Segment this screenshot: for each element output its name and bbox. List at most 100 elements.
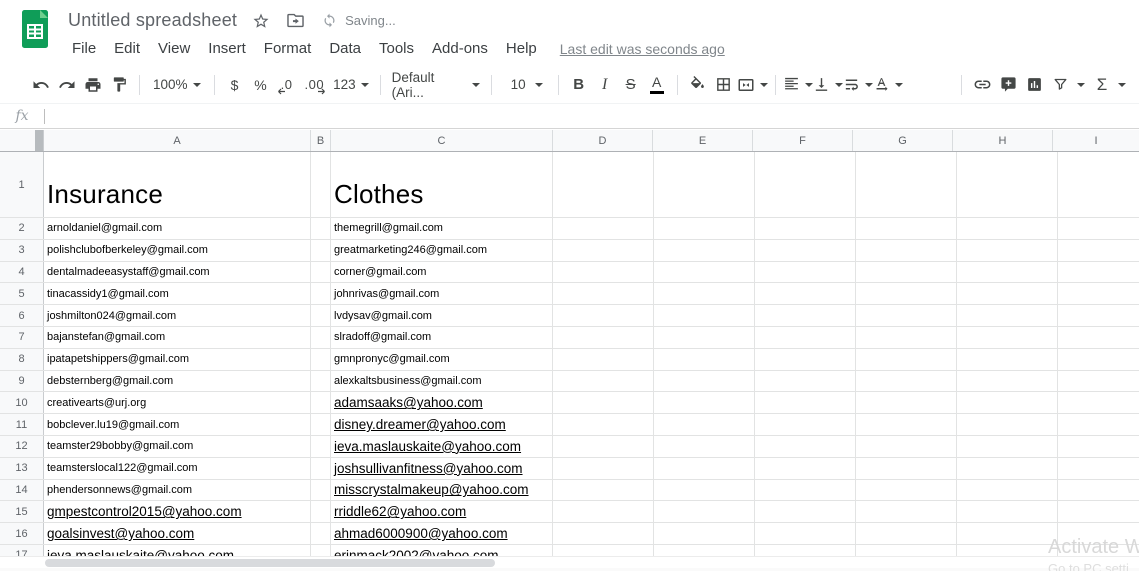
text-rotation-button[interactable] bbox=[873, 72, 903, 98]
cell-a3[interactable]: polishclubofberkeley@gmail.com bbox=[44, 240, 311, 261]
cell-b13[interactable] bbox=[311, 458, 331, 479]
row-number[interactable]: 15 bbox=[0, 501, 44, 522]
empty-cells[interactable] bbox=[553, 349, 1139, 370]
menu-tools[interactable]: Tools bbox=[370, 38, 423, 59]
column-header-c[interactable]: C bbox=[331, 130, 553, 151]
column-header-h[interactable]: H bbox=[953, 130, 1053, 151]
insert-comment-button[interactable] bbox=[995, 72, 1021, 98]
menu-view[interactable]: View bbox=[149, 38, 199, 59]
empty-cells[interactable] bbox=[553, 371, 1139, 392]
horizontal-align-button[interactable] bbox=[783, 72, 813, 98]
insert-link-button[interactable] bbox=[969, 72, 995, 98]
empty-cells[interactable] bbox=[553, 480, 1139, 501]
cell-c16[interactable]: ahmad6000900@yahoo.com bbox=[331, 523, 553, 544]
column-header-f[interactable]: F bbox=[753, 130, 853, 151]
paint-format-button[interactable] bbox=[106, 72, 132, 98]
document-title[interactable]: Untitled spreadsheet bbox=[68, 10, 237, 31]
filter-views-dropdown[interactable] bbox=[1073, 72, 1089, 98]
empty-cells[interactable] bbox=[553, 305, 1139, 326]
formula-input[interactable] bbox=[45, 104, 1139, 128]
cell-a4[interactable]: dentalmadeeasystaff@gmail.com bbox=[44, 262, 311, 283]
cell-a14[interactable]: phendersonnews@gmail.com bbox=[44, 480, 311, 501]
row-number[interactable]: 2 bbox=[0, 218, 44, 239]
empty-cells[interactable] bbox=[553, 218, 1139, 239]
cell-b11[interactable] bbox=[311, 414, 331, 435]
menu-data[interactable]: Data bbox=[320, 38, 370, 59]
cell-b15[interactable] bbox=[311, 501, 331, 522]
cell-a2[interactable]: arnoldaniel@gmail.com bbox=[44, 218, 311, 239]
insert-chart-button[interactable] bbox=[1021, 72, 1047, 98]
cell-c1[interactable]: Clothes bbox=[331, 152, 553, 217]
row-number[interactable]: 6 bbox=[0, 305, 44, 326]
more-formats-button[interactable]: 123 bbox=[329, 72, 373, 98]
cell-b5[interactable] bbox=[311, 283, 331, 304]
cell-b2[interactable] bbox=[311, 218, 331, 239]
decrease-decimal-button[interactable]: .0 bbox=[274, 72, 300, 98]
row-number[interactable]: 11 bbox=[0, 414, 44, 435]
move-to-folder-icon[interactable] bbox=[285, 11, 305, 31]
column-header-b[interactable]: B bbox=[311, 130, 331, 151]
menu-insert[interactable]: Insert bbox=[199, 38, 255, 59]
row-number[interactable]: 16 bbox=[0, 523, 44, 544]
scrollbar-thumb[interactable] bbox=[45, 559, 495, 567]
cell-a1[interactable]: Insurance bbox=[44, 152, 311, 217]
column-header-d[interactable]: D bbox=[553, 130, 653, 151]
cell-c8[interactable]: gmnpronyc@gmail.com bbox=[331, 349, 553, 370]
cell-a6[interactable]: joshmilton024@gmail.com bbox=[44, 305, 311, 326]
redo-button[interactable] bbox=[54, 72, 80, 98]
cell-a10[interactable]: creativearts@urj.org bbox=[44, 392, 311, 413]
cell-b12[interactable] bbox=[311, 436, 331, 457]
percent-format-button[interactable]: % bbox=[248, 72, 274, 98]
merge-cells-button[interactable] bbox=[737, 72, 768, 98]
print-button[interactable] bbox=[80, 72, 106, 98]
column-header-a[interactable]: A bbox=[44, 130, 311, 151]
empty-cells[interactable] bbox=[553, 392, 1139, 413]
cell-c9[interactable]: alexkaltsbusiness@gmail.com bbox=[331, 371, 553, 392]
star-icon[interactable] bbox=[251, 11, 271, 31]
cell-a16[interactable]: goalsinvest@yahoo.com bbox=[44, 523, 311, 544]
cell-a5[interactable]: tinacassidy1@gmail.com bbox=[44, 283, 311, 304]
cell-b3[interactable] bbox=[311, 240, 331, 261]
empty-cells[interactable] bbox=[553, 523, 1139, 544]
horizontal-scrollbar[interactable] bbox=[0, 556, 1139, 568]
cell-a12[interactable]: teamster29bobby@gmail.com bbox=[44, 436, 311, 457]
menu-edit[interactable]: Edit bbox=[105, 38, 149, 59]
cell-a13[interactable]: teamsterslocal122@gmail.com bbox=[44, 458, 311, 479]
cell-a8[interactable]: ipatapetshippers@gmail.com bbox=[44, 349, 311, 370]
cell-c14[interactable]: misscrystalmakeup@yahoo.com bbox=[331, 480, 553, 501]
row-number[interactable]: 5 bbox=[0, 283, 44, 304]
menu-addons[interactable]: Add-ons bbox=[423, 38, 497, 59]
cell-c3[interactable]: greatmarketing246@gmail.com bbox=[331, 240, 553, 261]
cell-c5[interactable]: johnrivas@gmail.com bbox=[331, 283, 553, 304]
menu-format[interactable]: Format bbox=[255, 38, 321, 59]
cell-a15[interactable]: gmpestcontrol2015@yahoo.com bbox=[44, 501, 311, 522]
cell-b14[interactable] bbox=[311, 480, 331, 501]
cell-c10[interactable]: adamsaaks@yahoo.com bbox=[331, 392, 553, 413]
borders-button[interactable] bbox=[711, 72, 737, 98]
row-number[interactable]: 13 bbox=[0, 458, 44, 479]
row-number[interactable]: 7 bbox=[0, 327, 44, 348]
empty-cells[interactable] bbox=[553, 262, 1139, 283]
cell-b9[interactable] bbox=[311, 371, 331, 392]
empty-cells[interactable] bbox=[553, 283, 1139, 304]
column-header-g[interactable]: G bbox=[853, 130, 953, 151]
functions-dropdown[interactable] bbox=[1115, 72, 1129, 98]
cell-a9[interactable]: debsternberg@gmail.com bbox=[44, 371, 311, 392]
row-number[interactable]: 10 bbox=[0, 392, 44, 413]
cell-b10[interactable] bbox=[311, 392, 331, 413]
cell-c2[interactable]: themegrill@gmail.com bbox=[331, 218, 553, 239]
cell-c15[interactable]: rriddle62@yahoo.com bbox=[331, 501, 553, 522]
row-number[interactable]: 12 bbox=[0, 436, 44, 457]
cell-a11[interactable]: bobclever.lu19@gmail.com bbox=[44, 414, 311, 435]
select-all-corner[interactable] bbox=[0, 130, 44, 151]
cell-c4[interactable]: corner@gmail.com bbox=[331, 262, 553, 283]
cell-c12[interactable]: ieva.maslauskaite@yahoo.com bbox=[331, 436, 553, 457]
column-header-e[interactable]: E bbox=[653, 130, 753, 151]
increase-decimal-button[interactable]: .00 bbox=[300, 72, 330, 98]
cell-b7[interactable] bbox=[311, 327, 331, 348]
cell-c6[interactable]: lvdysav@gmail.com bbox=[331, 305, 553, 326]
empty-cells[interactable] bbox=[553, 240, 1139, 261]
cell-b6[interactable] bbox=[311, 305, 331, 326]
functions-button[interactable]: Σ bbox=[1089, 72, 1115, 98]
text-wrap-button[interactable] bbox=[843, 72, 873, 98]
